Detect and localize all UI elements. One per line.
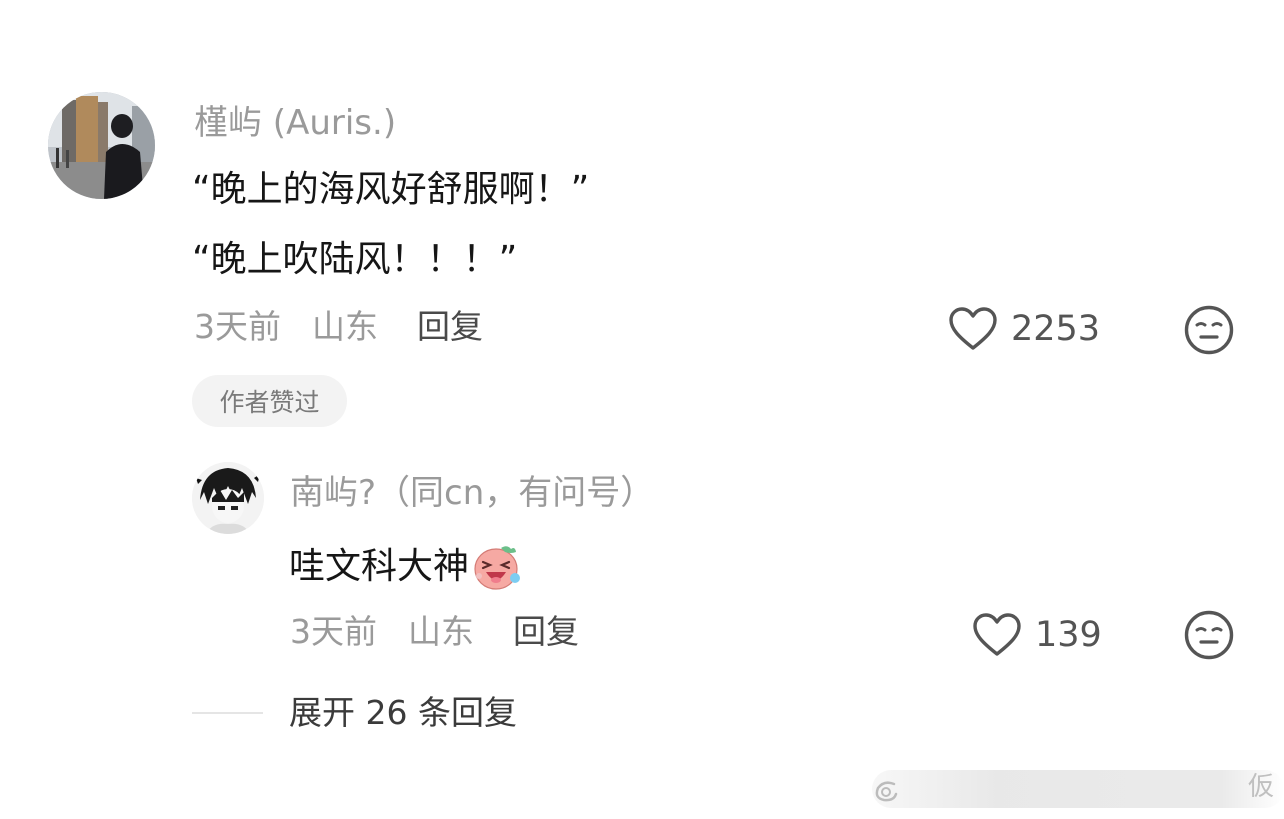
reply-content: 哇文科大神 bbox=[289, 542, 523, 592]
comment-username[interactable]: 槿屿 (Auris.) bbox=[194, 106, 396, 140]
watermark-text: 仮 bbox=[1248, 772, 1275, 802]
neutral-face-icon[interactable] bbox=[1184, 610, 1234, 660]
pink-laughing-emoji-sticker bbox=[471, 542, 523, 592]
neutral-face-icon[interactable] bbox=[1184, 305, 1234, 355]
comment-text-line-1: “晚上的海风好舒服啊！” bbox=[192, 169, 590, 210]
reply-avatar-illustration bbox=[192, 462, 264, 534]
reply-username[interactable]: 南屿?（同cn，有问号） bbox=[290, 476, 654, 510]
expand-replies-button[interactable]: 展开 26 条回复 bbox=[289, 696, 517, 729]
watermark bbox=[872, 770, 1284, 808]
reply-reply-button[interactable]: 回复 bbox=[513, 615, 579, 648]
avatar-photo bbox=[48, 92, 155, 199]
heart-outline-icon[interactable] bbox=[948, 306, 998, 352]
reply-like-count: 139 bbox=[1035, 615, 1102, 655]
comment-text-line-2: “晚上吹陆风！！！” bbox=[192, 239, 518, 280]
comment-reply-button[interactable]: 回复 bbox=[417, 310, 483, 343]
watermark-logo-icon bbox=[872, 776, 902, 806]
reply-avatar[interactable] bbox=[192, 462, 264, 534]
heart-outline-icon[interactable] bbox=[972, 612, 1022, 658]
reply-text: 哇文科大神 bbox=[289, 546, 470, 587]
reply-time: 3天前 bbox=[290, 612, 377, 651]
avatar[interactable] bbox=[48, 92, 155, 199]
comment-like-count: 2253 bbox=[1011, 309, 1101, 349]
comment-time: 3天前 bbox=[194, 307, 281, 346]
reply-location: 山东 bbox=[408, 612, 474, 651]
comment-location: 山东 bbox=[312, 307, 378, 346]
expand-divider bbox=[192, 712, 263, 714]
author-liked-badge: 作者赞过 bbox=[192, 375, 347, 427]
